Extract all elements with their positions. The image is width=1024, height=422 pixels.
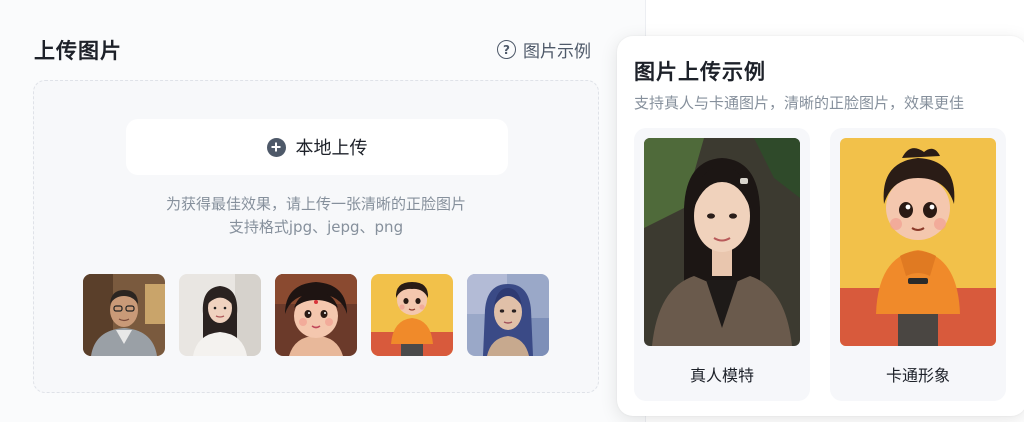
cartoon-image	[840, 138, 996, 346]
cartoon-label: 卡通形象	[885, 366, 950, 385]
sample-3d-cartoon-boy[interactable]	[371, 274, 453, 356]
real-model-label: 真人模特	[689, 366, 754, 385]
popover-subtitle: 支持真人与卡通图片，清晰的正脸图片，效果更佳	[634, 94, 965, 112]
sample-photo-woman-white-shirt[interactable]	[179, 274, 261, 356]
example-card-cartoon[interactable]: 卡通形象	[830, 128, 1006, 401]
sample-3d-cartoon-girl[interactable]	[275, 274, 357, 356]
image-example-link[interactable]: ? 图片示例	[497, 37, 591, 62]
page-title: 上传图片	[34, 39, 122, 63]
upload-example-popover: 图片上传示例 支持真人与卡通图片，清晰的正脸图片，效果更佳 真人模特 卡通形象	[617, 36, 1024, 416]
popover-title: 图片上传示例	[634, 60, 766, 84]
upload-dropzone[interactable]: 本地上传 为获得最佳效果，请上传一张清晰的正脸图片 支持格式jpg、jepg、p…	[33, 80, 599, 393]
question-circle-icon: ?	[497, 40, 516, 59]
local-upload-label: 本地上传	[295, 138, 368, 159]
local-upload-button[interactable]: 本地上传	[126, 119, 508, 175]
sample-painted-portrait-woman[interactable]	[467, 274, 549, 356]
example-card-real-model[interactable]: 真人模特	[634, 128, 810, 401]
format-hint: 支持格式jpg、jepg、png	[228, 218, 404, 236]
real-model-image	[644, 138, 800, 346]
sample-photo-man-glasses[interactable]	[83, 274, 165, 356]
image-example-label: 图片示例	[523, 42, 591, 62]
upload-hint: 为获得最佳效果，请上传一张清晰的正脸图片	[165, 195, 466, 213]
sample-thumbnails	[83, 274, 549, 356]
plus-circle-icon	[266, 137, 286, 157]
